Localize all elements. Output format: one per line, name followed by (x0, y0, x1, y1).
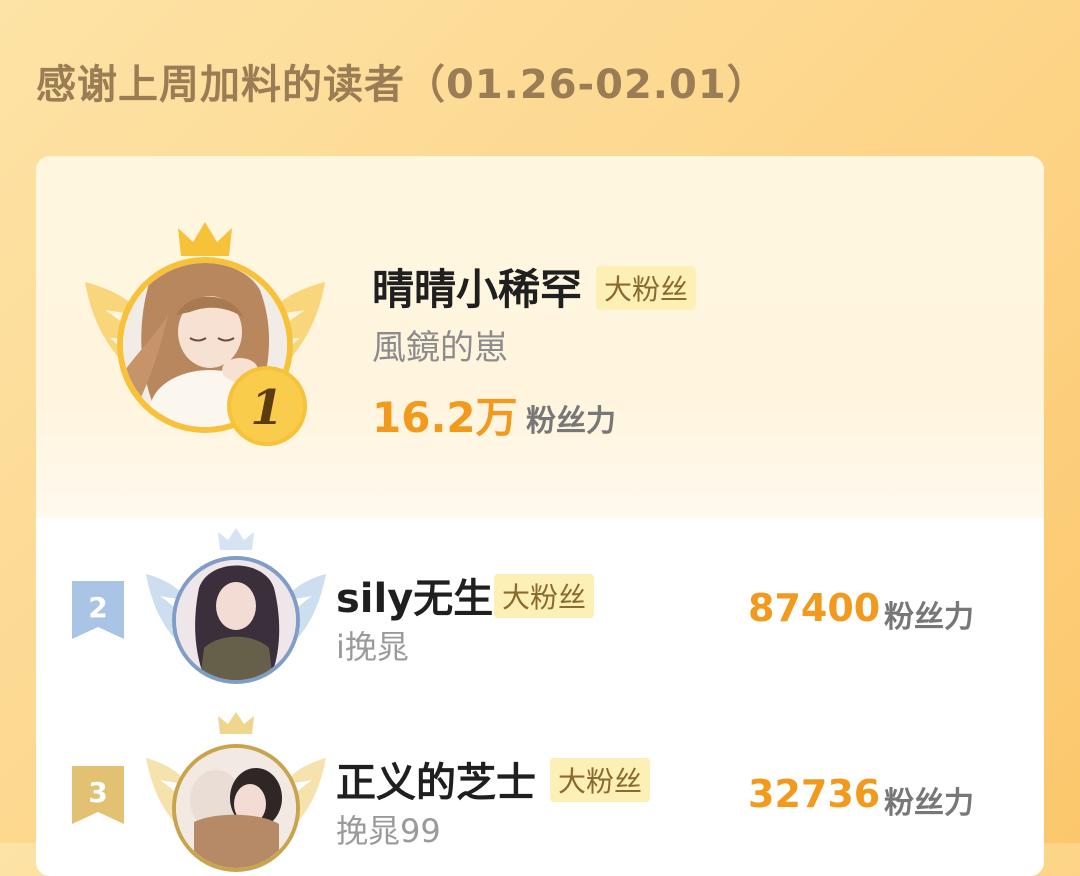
rank-3-ribbon-icon: 3 (72, 766, 124, 824)
rank-3-name: 正义的芝士 (336, 760, 536, 806)
rank-1-section[interactable]: 1 晴晴小稀罕 大粉丝 風鏡的崽 16.2万 粉丝力 (36, 156, 1044, 518)
ranking-card: 1 晴晴小稀罕 大粉丝 風鏡的崽 16.2万 粉丝力 2 sily无生 大粉丝 … (36, 156, 1044, 876)
rank-1-number: 1 (250, 380, 283, 436)
rank-2-subtitle: i挽晁 (336, 628, 409, 666)
rank-1-badge: 大粉丝 (596, 266, 697, 310)
page-title: 感谢上周加料的读者（01.26-02.01） (36, 62, 768, 108)
rank-2-badge: 大粉丝 (494, 574, 595, 618)
rank-3-number: 3 (88, 776, 107, 809)
rank-2-fans: 87400 (748, 586, 881, 630)
rank-1-fans-unit: 粉丝力 (526, 404, 616, 439)
crown-icon (178, 222, 232, 256)
crown-icon (218, 712, 254, 734)
rank-3-fans: 32736 (748, 772, 881, 816)
rank-2-number: 2 (88, 591, 107, 624)
rank-3-badge: 大粉丝 (550, 758, 651, 802)
rank-1-fans: 16.2万 (372, 393, 518, 442)
rank-1-avatar[interactable]: 1 (80, 220, 330, 450)
rank-1-subtitle: 風鏡的崽 (372, 328, 508, 368)
rank-2-fans-unit: 粉丝力 (884, 600, 974, 635)
rank-1-name: 晴晴小稀罕 (372, 265, 583, 314)
crown-icon (218, 528, 254, 550)
rank-2-ribbon-icon: 2 (72, 581, 124, 639)
rank-3-subtitle: 挽晁99 (336, 812, 441, 850)
rank-3-avatar[interactable] (144, 712, 328, 876)
rank-3-fans-unit: 粉丝力 (884, 786, 974, 821)
rank-2-avatar[interactable] (144, 528, 328, 698)
rank-2-name: sily无生 (336, 576, 494, 622)
